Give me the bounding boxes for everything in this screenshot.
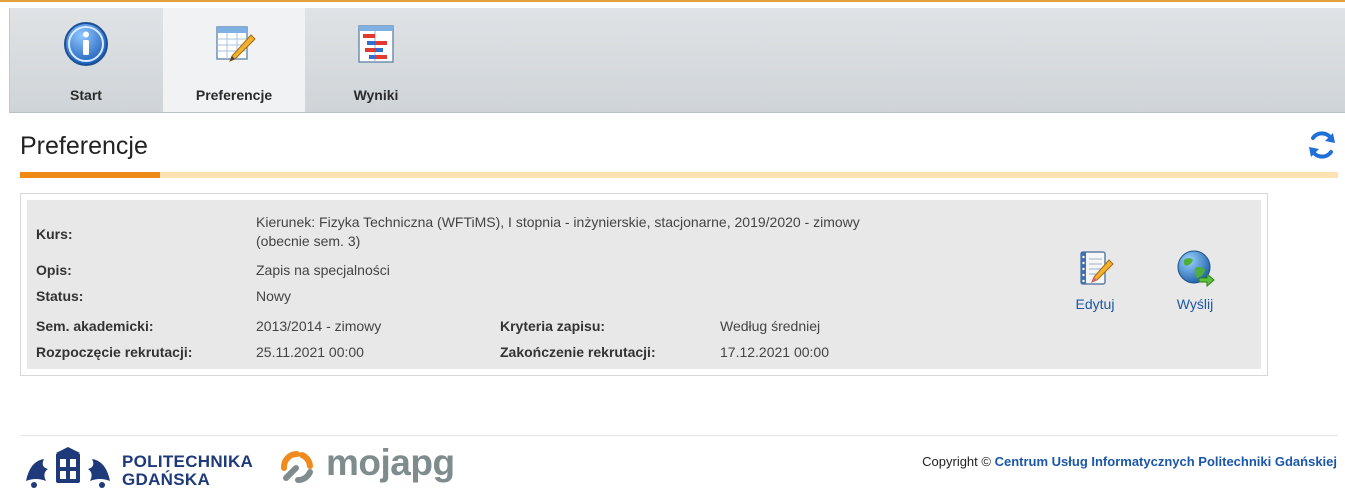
copyright-prefix: Copyright © xyxy=(922,454,995,469)
politechnika-gdanska-logo[interactable]: POLITECHNIKA GDAŃSKA xyxy=(22,445,262,491)
tab-preferencje-label: Preferencje xyxy=(195,87,273,103)
recruitment-start-label: Rozpoczęcie rekrutacji: xyxy=(36,344,193,360)
recruitment-end-label: Zakończenie rekrutacji: xyxy=(500,344,656,360)
kurs-value-line2: (obecnie sem. 3) xyxy=(256,233,361,249)
title-underline-accent xyxy=(20,172,160,178)
refresh-icon[interactable] xyxy=(1306,129,1338,161)
details-content: Kurs: Kierunek: Fizyka Techniczna (WFTiM… xyxy=(27,200,1261,369)
tab-start[interactable]: Start xyxy=(10,8,162,112)
globe-send-icon xyxy=(1177,250,1215,288)
pg-logo-line2: GDAŃSKA xyxy=(122,470,211,489)
pg-logo-line1: POLITECHNIKA xyxy=(122,452,254,471)
edit-notepad-icon xyxy=(1080,251,1114,285)
kurs-label: Kurs: xyxy=(36,226,73,242)
recruitment-details-panel: Kurs: Kierunek: Fizyka Techniczna (WFTiM… xyxy=(20,193,1268,376)
edit-button-label: Edytuj xyxy=(1075,296,1115,312)
recruitment-start-value: 25.11.2021 00:00 xyxy=(256,344,364,360)
results-icon xyxy=(358,25,394,63)
kurs-value-line1: Kierunek: Fizyka Techniczna (WFTiMS), I … xyxy=(256,214,860,230)
semester-label: Sem. akademicki: xyxy=(36,318,154,334)
opis-value: Zapis na specjalności xyxy=(256,262,390,278)
tab-start-label: Start xyxy=(70,87,102,103)
app-frame: Start Preferencje Wyniki Preferencje Kur… xyxy=(0,0,1345,500)
preferences-icon xyxy=(216,26,256,62)
status-label: Status: xyxy=(36,288,84,304)
mojapg-swirl-icon xyxy=(280,450,313,483)
recruitment-end-value: 17.12.2021 00:00 xyxy=(720,344,829,360)
send-button[interactable]: Wyślij xyxy=(1163,248,1227,312)
cui-link[interactable]: Centrum Usług Informatycznych Politechni… xyxy=(995,454,1337,469)
tab-preferencje[interactable]: Preferencje xyxy=(163,8,305,112)
mojapg-logo-text: mojapg xyxy=(326,442,455,483)
opis-label: Opis: xyxy=(36,262,72,278)
page-title: Preferencje xyxy=(20,132,148,160)
pg-crest-icon xyxy=(26,447,110,488)
send-button-label: Wyślij xyxy=(1176,296,1214,312)
status-value: Nowy xyxy=(256,288,292,304)
edit-button[interactable]: Edytuj xyxy=(1063,248,1127,312)
title-underline xyxy=(20,172,1338,178)
top-navigation: Start Preferencje Wyniki xyxy=(9,8,1345,113)
info-icon xyxy=(64,22,108,66)
footer-divider xyxy=(20,435,1338,436)
mojapg-logo[interactable]: mojapg xyxy=(278,442,468,492)
tab-wyniki[interactable]: Wyniki xyxy=(306,8,446,112)
criteria-value: Według średniej xyxy=(720,318,821,334)
criteria-label: Kryteria zapisu: xyxy=(500,318,606,334)
semester-value: 2013/2014 - zimowy xyxy=(256,318,382,334)
copyright-notice: Copyright © Centrum Usług Informatycznyc… xyxy=(922,454,1337,469)
tab-wyniki-label: Wyniki xyxy=(353,87,399,103)
